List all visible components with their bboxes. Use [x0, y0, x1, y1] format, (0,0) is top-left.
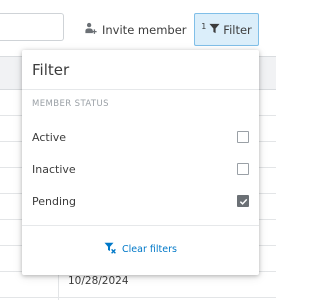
active-checkbox[interactable]	[237, 131, 249, 143]
filter-label: Filter	[223, 22, 252, 37]
clear-filters-button[interactable]: Clear filters	[22, 240, 259, 258]
pending-checkbox[interactable]	[237, 195, 249, 207]
funnel-icon	[209, 23, 220, 37]
search-input[interactable]	[0, 13, 64, 41]
filter-option-label: Pending	[32, 194, 76, 208]
table-cell-date: 10/28/2024	[68, 275, 129, 287]
inactive-checkbox[interactable]	[237, 163, 249, 175]
add-user-icon	[84, 22, 97, 38]
invite-member-label: Invite member	[102, 23, 187, 37]
divider	[22, 225, 259, 226]
filter-option-pending[interactable]: Pending	[32, 192, 249, 210]
clear-filter-icon	[104, 242, 116, 257]
filter-button[interactable]: 1 Filter	[194, 13, 259, 46]
filter-option-inactive[interactable]: Inactive	[32, 160, 249, 178]
filter-popover-title: Filter	[32, 61, 70, 79]
checkmark-icon	[239, 198, 247, 205]
filter-option-label: Inactive	[32, 162, 76, 176]
invite-member-button[interactable]: Invite member	[84, 17, 187, 43]
member-status-section-label: MEMBER STATUS	[32, 99, 109, 109]
filter-count-badge: 1	[201, 22, 207, 31]
clear-filters-label: Clear filters	[122, 243, 177, 255]
filter-option-label: Active	[32, 130, 67, 144]
table-row[interactable]	[0, 272, 276, 298]
filter-option-active[interactable]: Active	[32, 128, 249, 146]
divider	[22, 89, 259, 90]
filter-popover: Filter MEMBER STATUS Active Inactive Pen…	[22, 50, 259, 275]
